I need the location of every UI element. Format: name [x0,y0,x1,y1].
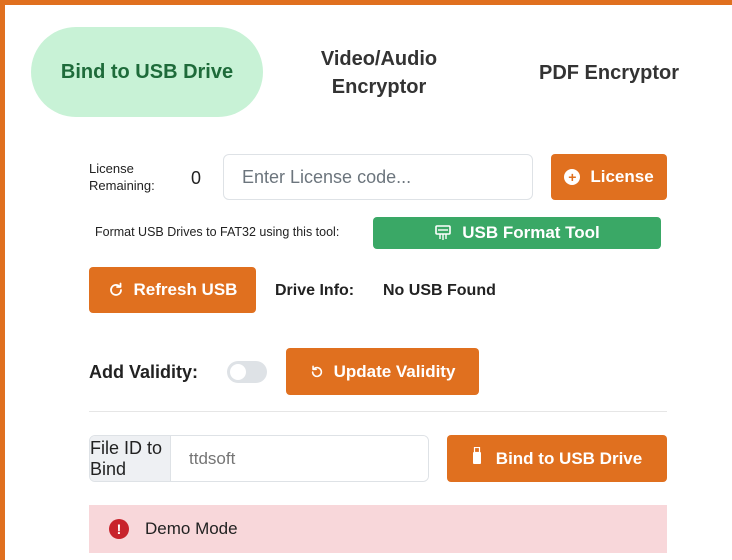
format-usb-label: Format USB Drives to FAT32 using this to… [95,225,340,239]
refresh-usb-label: Refresh USB [133,280,238,299]
divider [89,411,667,412]
tab-pdf-encryptor[interactable]: PDF Encryptor [525,45,693,101]
file-id-group: File ID to Bind [89,435,429,482]
bind-to-usb-button[interactable]: Bind to USB Drive [447,435,667,482]
demo-mode-alert: ! Demo Mode [89,505,667,553]
bind-button-label: Bind to USB Drive [495,448,643,468]
file-id-label: File ID to Bind [90,436,171,481]
alert-text: Demo Mode [145,519,238,538]
license-code-input[interactable] [223,154,533,200]
rotate-icon [310,365,324,379]
add-license-button[interactable]: + License [551,154,667,200]
tab-pdf-label: PDF Encryptor [538,62,680,84]
license-remaining-label: License Remaining: [89,161,155,193]
license-remaining-count: 0 [191,168,202,188]
update-validity-label: Update Validity [333,361,456,381]
tab-video-label: Video/Audio Encryptor [320,48,438,98]
usb-drive-icon [472,446,482,470]
usb-format-tool-label: USB Format Tool [462,223,600,242]
tab-video-audio-encryptor[interactable]: Video/Audio Encryptor [303,33,455,113]
refresh-icon [108,282,124,298]
usb-format-tool-button[interactable]: USB Format Tool [373,217,661,249]
license-button-label: License [590,167,654,186]
plus-circle-icon: + [564,169,581,185]
update-validity-button[interactable]: Update Validity [286,348,479,395]
drive-info-label: Drive Info: [275,282,355,299]
refresh-usb-button[interactable]: Refresh USB [89,267,256,313]
app-frame: Bind to USB Drive Video/Audio Encryptor … [0,0,732,560]
usb-port-icon [434,224,452,242]
toggle-knob [230,364,246,380]
file-id-input[interactable] [171,436,428,481]
tab-bind-label: Bind to USB Drive [60,61,234,83]
add-validity-label: Add Validity: [89,362,199,382]
exclamation-circle-icon: ! [109,519,129,539]
drive-info-value: No USB Found [383,282,496,299]
tab-bind-to-usb-drive[interactable]: Bind to USB Drive [31,27,263,117]
validity-toggle[interactable] [227,361,267,383]
